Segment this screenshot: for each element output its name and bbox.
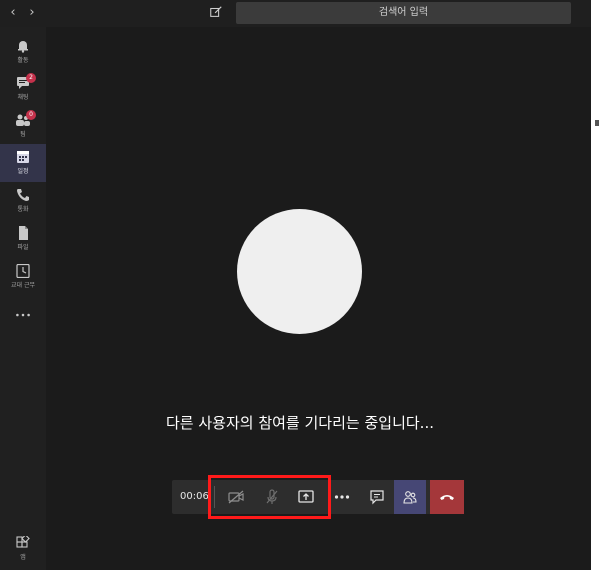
chat-badge: 2	[26, 73, 36, 83]
rail-item-teams[interactable]: 0 팀	[0, 107, 46, 145]
rail-item-label: 파일	[17, 244, 29, 251]
participants-icon	[403, 491, 417, 504]
file-icon	[19, 226, 28, 240]
phone-icon	[17, 189, 29, 201]
ellipsis-icon	[16, 313, 30, 317]
rail-item-chat[interactable]: 2 채팅	[0, 70, 46, 108]
rail-item-activity[interactable]: 활동	[0, 33, 46, 71]
chevron-right-icon[interactable]: ›	[25, 5, 39, 21]
chat-bubble-icon	[370, 490, 384, 505]
apps-icon	[16, 536, 30, 548]
title-bar: ‹ › 검색어 입력	[0, 0, 591, 27]
rail-item-label: 일정	[17, 168, 29, 175]
compose-icon[interactable]	[208, 5, 224, 21]
rail-item-shifts[interactable]: 교대 근무	[0, 258, 46, 296]
app-rail: 활동 2 채팅 0 팀 일정 통화 파일 교대 근무 앱	[0, 27, 46, 570]
rail-item-label: 교대 근무	[11, 282, 35, 289]
hang-up-button[interactable]	[430, 480, 464, 514]
scroll-indicator	[595, 120, 599, 126]
rail-item-calls[interactable]: 통화	[0, 182, 46, 220]
rail-item-apps[interactable]: 앱	[0, 530, 46, 568]
highlight-box	[208, 475, 331, 519]
rail-item-label: 활동	[17, 57, 29, 64]
clock-icon	[16, 264, 30, 278]
more-apps-button[interactable]	[0, 303, 46, 323]
calendar-icon	[17, 151, 29, 163]
rail-item-label: 통화	[17, 206, 29, 213]
bell-icon	[18, 41, 28, 53]
hang-up-icon	[440, 495, 454, 500]
chevron-left-icon[interactable]: ‹	[6, 5, 20, 21]
call-timer: 00:06	[180, 491, 209, 502]
rail-item-label: 팀	[20, 131, 26, 138]
window-edge	[591, 27, 602, 570]
rail-item-label: 앱	[20, 554, 26, 561]
rail-item-label: 채팅	[17, 94, 29, 101]
show-participants-button[interactable]	[394, 480, 426, 514]
show-chat-button[interactable]	[361, 480, 393, 514]
waiting-message: 다른 사용자의 참여를 기다리는 중입니다...	[166, 414, 434, 432]
teams-badge: 0	[26, 110, 36, 120]
more-actions-icon	[334, 495, 350, 499]
rail-item-calendar[interactable]: 일정	[0, 144, 46, 182]
rail-item-files[interactable]: 파일	[0, 220, 46, 258]
search-input[interactable]: 검색어 입력	[236, 2, 571, 24]
avatar	[237, 209, 362, 334]
